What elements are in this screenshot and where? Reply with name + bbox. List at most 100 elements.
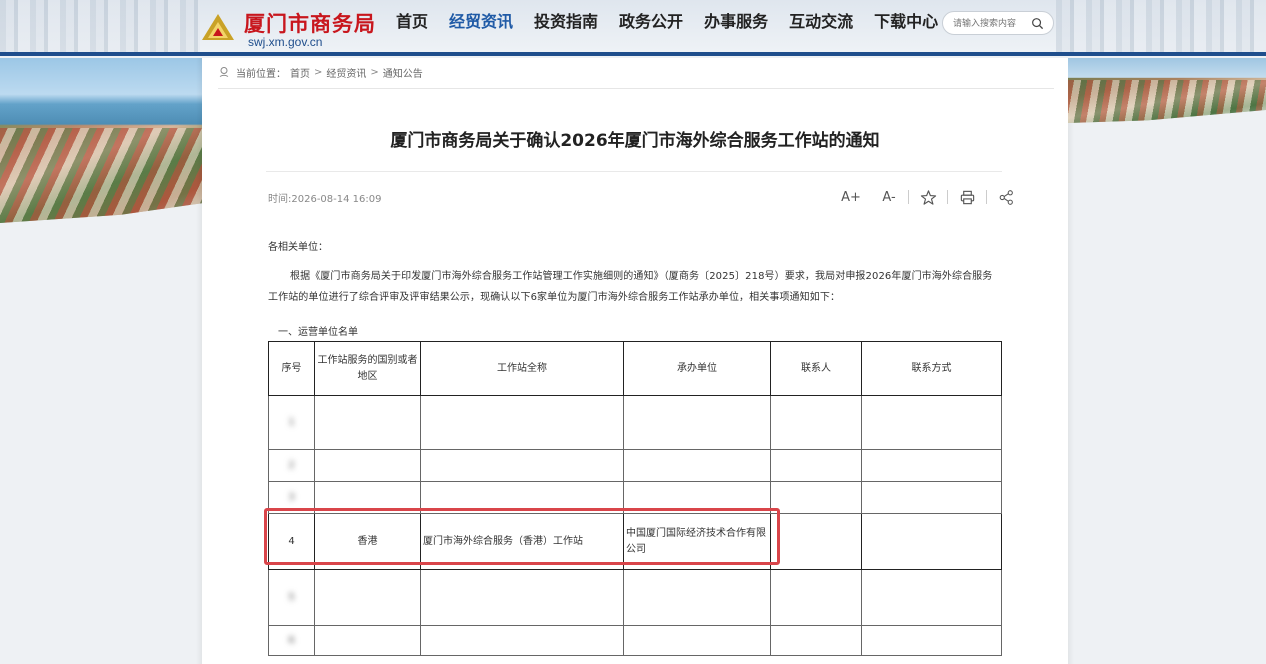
operating-units-table: 序号 工作站服务的国别或者地区 工作站全称 承办单位 联系人 联系方式 1 2 (268, 341, 1002, 656)
article-title: 厦门市商务局关于确认2026年厦门市海外综合服务工作站的通知 (390, 131, 880, 151)
cell-host-unit (623, 569, 771, 626)
cell-index: 6 (268, 625, 315, 656)
breadcrumb-separator: > (370, 66, 379, 78)
cell-contact-person (770, 481, 862, 514)
toolbar-divider (986, 190, 987, 204)
header-index: 序号 (268, 341, 315, 396)
cell-host-unit (623, 625, 771, 656)
cell-index: 1 (268, 395, 315, 450)
section-heading: 一、运营单位名单 (278, 327, 358, 338)
cell-host-unit (623, 449, 771, 482)
cell-contact-info (861, 395, 1002, 450)
article-toolbar: A+ A- (832, 186, 1025, 208)
table-row: 5 (268, 569, 1002, 626)
breadcrumb-item-trade-news[interactable]: 经贸资讯 (326, 65, 366, 80)
scenery-roofs (0, 128, 202, 223)
logo-emblem-icon (202, 14, 234, 40)
search-icon[interactable] (1031, 17, 1044, 30)
toolbar-divider (947, 190, 948, 204)
nav-item-downloads[interactable]: 下载中心 (874, 12, 938, 36)
table-header-row: 序号 工作站服务的国别或者地区 工作站全称 承办单位 联系人 联系方式 (268, 341, 1002, 396)
cell-index: 2 (268, 449, 315, 482)
left-scenery-image (0, 58, 202, 223)
cell-station-name: 厦门市海外综合服务（香港）工作站 (420, 513, 624, 570)
nav-item-services[interactable]: 办事服务 (704, 12, 768, 36)
site-url: swj.xm.gov.cn (248, 35, 323, 49)
site-logo[interactable]: 厦门市商务局 swj.xm.gov.cn (200, 8, 390, 52)
cell-region (314, 569, 421, 626)
font-decrease-button[interactable]: A- (878, 187, 900, 207)
cell-index: 3 (268, 481, 315, 514)
cell-contact-info (861, 625, 1002, 656)
cell-index: 4 (268, 513, 315, 570)
favorite-button[interactable] (917, 187, 939, 207)
publish-time: 时间:2026-08-14 16:09 (268, 194, 382, 205)
nav-item-trade-news[interactable]: 经贸资讯 (449, 12, 513, 36)
breadcrumb-separator: > (314, 66, 323, 78)
cell-contact-person (770, 569, 862, 626)
nav-item-investment-guide[interactable]: 投资指南 (534, 12, 598, 36)
header-host-unit: 承办单位 (623, 341, 771, 396)
panel-shadow (1068, 123, 1074, 664)
table-row: 3 (268, 481, 1002, 514)
star-icon (920, 189, 936, 205)
cell-region (314, 395, 421, 450)
cell-host-unit (623, 395, 771, 450)
font-increase-label: A+ (841, 189, 861, 205)
font-increase-button[interactable]: A+ (840, 187, 862, 207)
nav-item-government-affairs[interactable]: 政务公开 (619, 12, 683, 36)
cell-contact-person (770, 625, 862, 656)
share-button[interactable] (995, 187, 1017, 207)
right-scenery-image (1068, 58, 1266, 123)
print-icon (960, 190, 974, 204)
cell-contact-person (770, 395, 862, 450)
cell-contact-info (861, 569, 1002, 626)
location-pin-icon (219, 67, 229, 77)
cell-contact-person (770, 513, 862, 570)
cell-region: 香港 (314, 513, 421, 570)
font-decrease-label: A- (882, 189, 896, 205)
header-region: 工作站服务的国别或者地区 (314, 341, 421, 396)
main-nav: 首页 经贸资讯 投资指南 政务公开 办事服务 互动交流 下载中心 (396, 12, 959, 36)
cell-station-name (420, 395, 624, 450)
cell-region (314, 449, 421, 482)
toolbar-divider (908, 190, 909, 204)
cell-station-name (420, 569, 624, 626)
search-box (942, 11, 1054, 35)
title-divider (266, 171, 1002, 172)
search-input[interactable] (953, 16, 1031, 31)
scenery-roofs (1068, 80, 1266, 123)
table-row: 1 (268, 395, 1002, 450)
table-row-highlighted: 4 香港 厦门市海外综合服务（香港）工作站 中国厦门国际经济技术合作有限公司 (268, 513, 1002, 570)
cell-contact-person (770, 449, 862, 482)
cell-region (314, 625, 421, 656)
cell-station-name (420, 625, 624, 656)
content-panel: 当前位置： 首页 > 经贸资讯 > 通知公告 厦门市商务局关于确认2026年厦门… (202, 58, 1068, 664)
breadcrumb-item-home[interactable]: 首页 (290, 65, 310, 80)
article-paragraph: 根据《厦门市商务局关于印发厦门市海外综合服务工作站管理工作实施细则的通知》（厦商… (268, 271, 993, 303)
cell-contact-info (861, 449, 1002, 482)
breadcrumb: 当前位置： 首页 > 经贸资讯 > 通知公告 (218, 64, 427, 80)
breadcrumb-label: 当前位置： (236, 68, 286, 80)
table-row: 6 (268, 625, 1002, 656)
header-skyline-decoration (1056, 0, 1266, 52)
cell-region (314, 481, 421, 514)
header-station-name: 工作站全称 (420, 341, 624, 396)
nav-item-home[interactable]: 首页 (396, 12, 428, 36)
cell-host-unit (623, 481, 771, 514)
breadcrumb-divider (218, 88, 1054, 89)
header-skyline-decoration (0, 0, 200, 52)
cell-station-name (420, 449, 624, 482)
cell-index: 5 (268, 569, 315, 626)
nav-item-interaction[interactable]: 互动交流 (789, 12, 853, 36)
cell-contact-info (861, 481, 1002, 514)
print-button[interactable] (956, 187, 978, 207)
header-contact-info: 联系方式 (861, 341, 1002, 396)
salutation: 各相关单位： (268, 242, 328, 253)
site-title: 厦门市商务局 (244, 11, 376, 36)
header-contact-person: 联系人 (770, 341, 862, 396)
cell-host-unit: 中国厦门国际经济技术合作有限公司 (623, 513, 771, 570)
table-row: 2 (268, 449, 1002, 482)
breadcrumb-item-notices[interactable]: 通知公告 (383, 65, 423, 80)
cell-contact-info (861, 513, 1002, 570)
